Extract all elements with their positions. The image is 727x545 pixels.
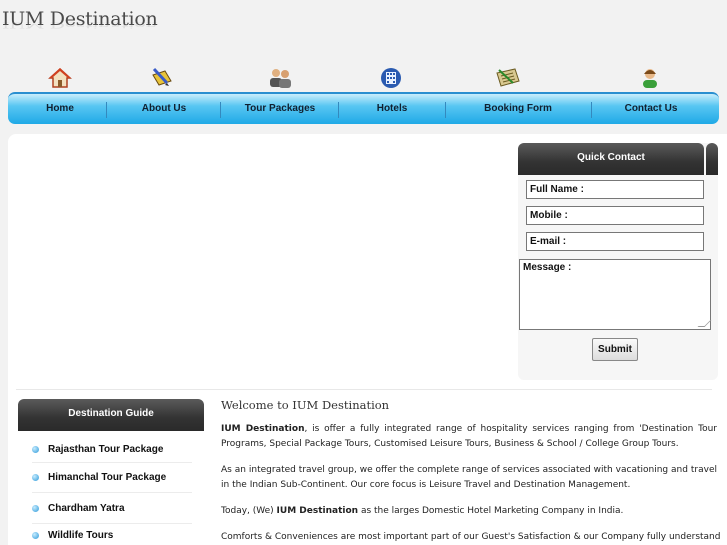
nav-about-us[interactable]: About Us (118, 94, 210, 124)
guide-item-wildlife[interactable]: Wildlife Tours (32, 529, 192, 543)
bullet-icon (32, 446, 39, 453)
main-navbar: Home About Us Tour Packages Hotels Booki… (8, 92, 719, 124)
today-suffix: as the larges Domestic Hotel Marketing C… (358, 506, 624, 516)
full-name-field[interactable]: Full Name : (526, 180, 704, 199)
submit-button[interactable]: Submit (592, 338, 638, 361)
nav-contact-us[interactable]: Contact Us (604, 94, 698, 124)
message-label: Message : (523, 262, 572, 273)
building-icon[interactable] (377, 64, 405, 92)
resize-grip-icon[interactable] (697, 320, 712, 327)
guide-item-himanchal[interactable]: Himanchal Tour Package (32, 471, 192, 485)
people-icon[interactable] (266, 64, 294, 92)
nav-tour-packages[interactable]: Tour Packages (232, 94, 328, 124)
home-icon[interactable] (46, 64, 74, 92)
nav-icon-row (8, 64, 719, 92)
person-icon[interactable] (636, 64, 664, 92)
nav-hotels[interactable]: Hotels (350, 94, 434, 124)
comforts-paragraph: Comforts & Conveniences are most importa… (221, 532, 721, 542)
nav-booking-form[interactable]: Booking Form (458, 94, 578, 124)
site-logo-reflection: IUM Destination (2, 20, 158, 30)
nav-home[interactable]: Home (26, 94, 94, 124)
bullet-icon (32, 474, 39, 481)
quick-contact-panel: Quick Contact Full Name : Mobile : E-mai… (518, 143, 718, 380)
pencil-book-icon[interactable] (148, 64, 176, 92)
bullet-icon (32, 505, 39, 512)
guide-item-label: Chardham Yatra (48, 503, 125, 514)
guide-item-chardham[interactable]: Chardham Yatra (32, 502, 192, 516)
nav-separator (220, 102, 221, 118)
quick-contact-title: Quick Contact (518, 143, 704, 175)
guide-separator (32, 523, 192, 524)
quick-contact-tab (706, 143, 718, 175)
form-icon[interactable] (494, 64, 522, 92)
company-name: IUM Destination (276, 506, 359, 516)
guide-item-label: Wildlife Tours (48, 530, 114, 541)
today-paragraph: Today, (We) IUM Destination as the large… (221, 504, 717, 519)
nav-separator (338, 102, 339, 118)
guide-separator (32, 462, 192, 463)
main-content-area: Quick Contact Full Name : Mobile : E-mai… (8, 134, 727, 545)
welcome-content: Welcome to IUM Destination IUM Destinati… (221, 398, 721, 545)
today-prefix: Today, (We) (221, 506, 277, 516)
guide-separator (32, 492, 192, 493)
destination-guide-panel: Destination Guide Rajasthan Tour Package… (18, 399, 204, 545)
guide-item-label: Himanchal Tour Package (48, 472, 167, 483)
destination-guide-title: Destination Guide (18, 399, 204, 431)
section-divider (16, 389, 712, 390)
bullet-icon (32, 532, 39, 539)
message-field[interactable]: Message : (519, 259, 712, 330)
company-name: IUM Destination (221, 424, 305, 434)
welcome-heading: Welcome to IUM Destination (221, 398, 390, 412)
nav-separator (591, 102, 592, 118)
guide-item-rajasthan[interactable]: Rajasthan Tour Package (32, 443, 192, 457)
email-field[interactable]: E-mail : (526, 232, 704, 251)
intro-paragraph: IUM Destination, is offer a fully integr… (221, 422, 717, 452)
guide-item-label: Rajasthan Tour Package (48, 444, 164, 455)
mobile-field[interactable]: Mobile : (526, 206, 704, 225)
about-paragraph: As an integrated travel group, we offer … (221, 465, 717, 490)
nav-separator (106, 102, 107, 118)
nav-separator (445, 102, 446, 118)
